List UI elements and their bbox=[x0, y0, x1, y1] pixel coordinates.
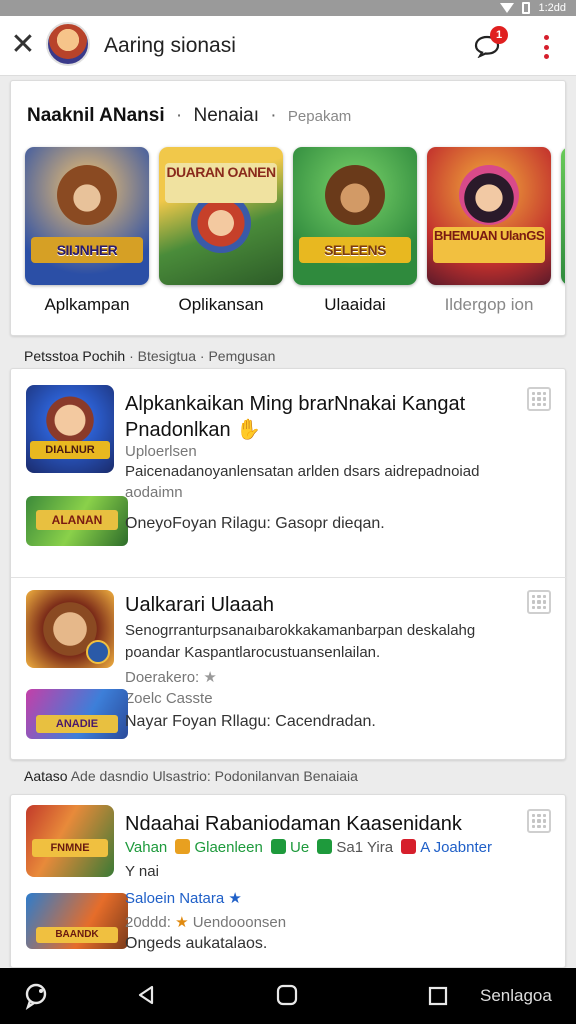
section-subtitle[interactable]: Ade dasndio Ulsastrio: Podonilanvan Bena… bbox=[71, 768, 358, 784]
app-name-line2: Pnadonlkan ✋ bbox=[125, 419, 262, 441]
featured-title: Naaknil ANansi bbox=[27, 105, 165, 126]
tag-icon bbox=[317, 839, 333, 854]
list-card: FNMNE Ndaahai Rabaniodaman Kaasenidank V… bbox=[10, 794, 566, 968]
app-icon[interactable]: FNMNE bbox=[26, 805, 114, 877]
tile-label: Ildergop ion bbox=[444, 295, 534, 314]
app-description-2: aodaimn bbox=[125, 484, 183, 501]
star-icon: ★ bbox=[203, 669, 217, 686]
tag-icon bbox=[401, 839, 417, 854]
battery-icon bbox=[522, 2, 531, 14]
section-header: Aataso Ade dasndio Ulsastrio: Podonilanv… bbox=[24, 768, 358, 784]
tile-label: Aplkampan bbox=[44, 295, 130, 314]
separator-dot: · bbox=[175, 105, 183, 126]
thumb-banner: ALANAN bbox=[36, 510, 118, 530]
status-time: 1:2dd bbox=[538, 2, 566, 14]
star-icon: ★ bbox=[228, 890, 242, 907]
app-sub-description: OneyoFoyan Rilagu: Gasopr dieqan. bbox=[125, 515, 385, 532]
app-sub-description: Ongeds aukatalaos. bbox=[125, 935, 268, 952]
game-tile-partial[interactable] bbox=[561, 147, 565, 285]
app-meta-2: Zoelc Casste bbox=[125, 690, 213, 707]
featured-subtitle[interactable]: Nenaiaı bbox=[194, 105, 260, 126]
separator-dot: · bbox=[270, 105, 277, 126]
hero-character bbox=[325, 165, 385, 225]
app-tags: Vahan Glaenleen Ue Sa1 Yira A Joabnter bbox=[125, 839, 492, 856]
tile-banner: SELEENS bbox=[299, 237, 411, 263]
tile-banner: DUARAN OANEN bbox=[165, 163, 277, 203]
grid-menu-icon[interactable] bbox=[527, 590, 551, 614]
bear-character bbox=[57, 165, 117, 225]
app-description-2: poandar Kaspantlarocustuansenlailan. bbox=[125, 644, 381, 661]
rating-label: Saloein Natara ★ bbox=[125, 890, 242, 907]
app-icon[interactable]: DIALNUR bbox=[26, 385, 114, 473]
tile-banner: BHEMUAN UlanGS bbox=[433, 227, 545, 263]
app-name[interactable]: Ualkarari Ulaaah bbox=[125, 594, 274, 617]
featured-header: Naaknil ANansi · Nenaiaı · Pepakam bbox=[27, 105, 351, 127]
thumb-banner: ANADIE bbox=[36, 715, 118, 733]
grid-menu-icon[interactable] bbox=[527, 809, 551, 833]
thumb-banner: BAANDK bbox=[36, 927, 118, 943]
app-icon[interactable] bbox=[26, 590, 114, 668]
list-card: DIALNUR Alpkankaikan Ming brarNnakai Kan… bbox=[10, 368, 567, 761]
tile-label: Ulaaidai bbox=[324, 295, 386, 314]
more-options-icon[interactable] bbox=[536, 32, 556, 62]
app-description: Senogrranturpsanaıbarokkakamanbarpan des… bbox=[125, 622, 476, 639]
icon-banner: DIALNUR bbox=[30, 441, 110, 459]
featured-subtitle-2[interactable]: Pepakam bbox=[288, 108, 351, 125]
tile-banner: SIIJNHER bbox=[31, 237, 143, 263]
featured-card: Naaknil ANansi · Nenaiaı · Pepakam SIIJN… bbox=[10, 80, 566, 336]
app-bar: ✕ Aaring sionasi 1 bbox=[0, 16, 576, 76]
app-meta: Y nai bbox=[125, 863, 159, 880]
verified-icon: ✋ bbox=[236, 419, 262, 441]
list-item[interactable]: FNMNE Ndaahai Rabaniodaman Kaasenidank V… bbox=[11, 795, 567, 969]
girl-character bbox=[459, 165, 519, 225]
app-description: Paicenadanoyanlensatan arlden dsars aidr… bbox=[125, 463, 480, 480]
status-bar: 1:2dd bbox=[0, 0, 576, 16]
app-name[interactable]: Ndaahai Rabaniodaman Kaasenidank bbox=[125, 813, 462, 836]
recents-icon[interactable] bbox=[428, 986, 448, 1011]
icon-banner: FNMNE bbox=[32, 839, 108, 857]
tile-label: Oplikansan bbox=[178, 295, 264, 314]
list-item[interactable]: DIALNUR Alpkankaikan Ming brarNnakai Kan… bbox=[11, 369, 567, 577]
assistant-icon[interactable] bbox=[22, 982, 50, 1015]
notification-badge: 1 bbox=[490, 26, 508, 44]
app-meta: Uploerlsen bbox=[125, 443, 197, 460]
game-tile[interactable]: DUARAN OANEN bbox=[159, 147, 283, 285]
game-tile[interactable]: SELEENS bbox=[293, 147, 417, 285]
home-icon[interactable] bbox=[276, 984, 298, 1011]
tag-icon bbox=[175, 839, 191, 854]
game-tile[interactable]: SIIJNHER bbox=[25, 147, 149, 285]
app-thumbnail[interactable]: ANADIE bbox=[26, 689, 128, 739]
app-sub-description: Nayar Foyan Rllagu: Cacendradan. bbox=[125, 713, 376, 730]
list-item[interactable]: Ualkarari Ulaaah Senogrranturpsanaıbarok… bbox=[11, 578, 567, 761]
back-icon[interactable] bbox=[136, 984, 156, 1011]
close-icon[interactable]: ✕ bbox=[10, 30, 36, 60]
app-thumbnail[interactable]: BAANDK bbox=[26, 893, 128, 949]
featured-tiles: SIIJNHER Aplkampan DUARAN OANEN Oplikans… bbox=[25, 147, 565, 314]
section-title: Aataso bbox=[24, 768, 68, 784]
app-bar-title: Aaring sionasi bbox=[104, 34, 236, 57]
star-icon: ★ bbox=[175, 914, 189, 931]
tile-art bbox=[561, 147, 565, 285]
tag-icon bbox=[271, 839, 286, 854]
app-meta: Doerakero: ★ bbox=[125, 669, 217, 686]
app-thumbnail[interactable]: ALANAN bbox=[26, 496, 128, 546]
nav-label[interactable]: Senlagoa bbox=[480, 986, 552, 1006]
navigation-bar: Senlagoa bbox=[0, 968, 576, 1024]
status-icons: 1:2dd bbox=[500, 0, 566, 16]
grid-menu-icon[interactable] bbox=[527, 387, 551, 411]
wifi-icon bbox=[500, 3, 515, 13]
avatar[interactable] bbox=[46, 22, 90, 66]
app-badge-icon bbox=[86, 640, 110, 664]
app-name[interactable]: Alpkankaikan Ming brarNnakai Kangat bbox=[125, 393, 465, 416]
game-tile[interactable]: BHEMUAN UlanGS bbox=[427, 147, 551, 285]
app-date: 20ddd: ★ Uendooonsen bbox=[125, 914, 287, 931]
